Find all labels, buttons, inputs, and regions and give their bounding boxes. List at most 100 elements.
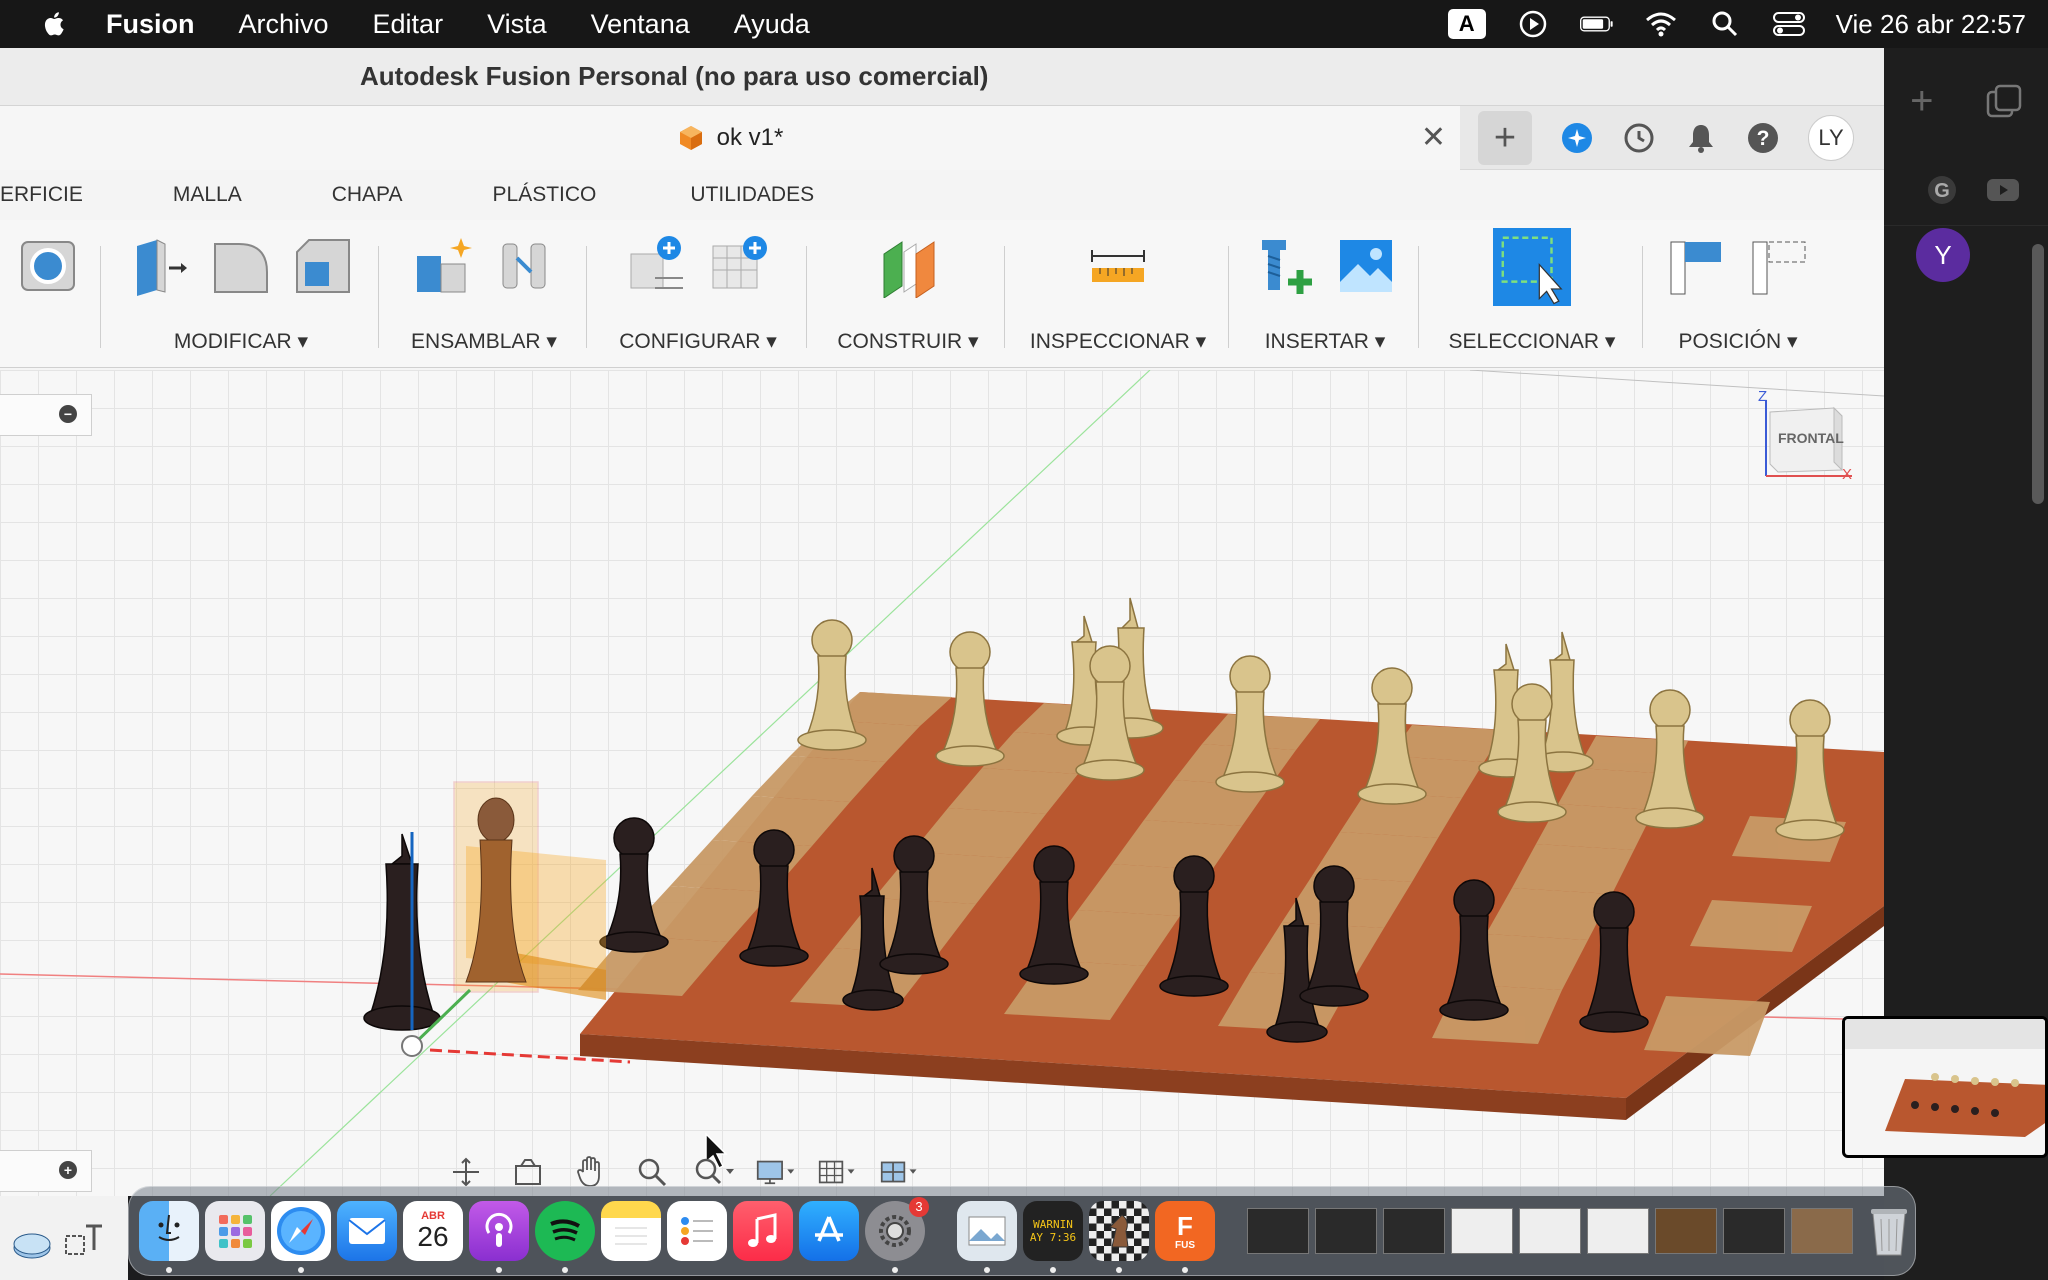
- input-source-indicator[interactable]: A: [1447, 9, 1486, 39]
- document-tab[interactable]: ok v1* ✕: [0, 106, 1460, 170]
- viewcube-face-label[interactable]: FRONTAL: [1778, 430, 1844, 446]
- dock-notes[interactable]: [601, 1201, 661, 1261]
- fit-zoom-icon[interactable]: [694, 1155, 734, 1189]
- dock-minimized-window-8[interactable]: [1723, 1208, 1785, 1254]
- now-playing-icon[interactable]: [1516, 9, 1550, 39]
- tab-malla[interactable]: MALLA: [173, 183, 242, 207]
- fillet-icon[interactable]: [209, 234, 273, 298]
- dock-minimized-window-4[interactable]: [1451, 1208, 1513, 1254]
- menu-vista[interactable]: Vista: [487, 9, 547, 40]
- shell-tool-icon[interactable]: [16, 234, 80, 298]
- comments-panel-collapsed[interactable]: +: [0, 1150, 92, 1192]
- menu-app-name[interactable]: Fusion: [106, 9, 195, 40]
- select-tool-icon[interactable]: [1493, 228, 1571, 306]
- dock-minimized-window-3[interactable]: [1383, 1208, 1445, 1254]
- group-inspect-label[interactable]: INSPECCIONAR ▾: [1014, 329, 1222, 354]
- menu-ventana[interactable]: Ventana: [591, 9, 690, 40]
- dock-podcasts[interactable]: [469, 1201, 529, 1273]
- tab-superficie[interactable]: ERFICIE: [0, 183, 83, 207]
- menu-archivo[interactable]: Archivo: [239, 9, 329, 40]
- new-component-icon[interactable]: [411, 234, 475, 298]
- menu-editar[interactable]: Editar: [373, 9, 444, 40]
- dock-minimized-window-9[interactable]: [1791, 1208, 1853, 1254]
- job-status-clock-icon[interactable]: [1622, 121, 1656, 155]
- profile-avatar[interactable]: Y: [1916, 228, 1970, 282]
- zoom-icon[interactable]: [632, 1155, 672, 1189]
- orbit-icon[interactable]: [446, 1155, 486, 1189]
- group-position-label[interactable]: POSICIÓN ▾: [1652, 329, 1824, 354]
- new-tab-button[interactable]: +: [1478, 111, 1532, 165]
- dock-trash[interactable]: [1859, 1201, 1919, 1261]
- wifi-icon[interactable]: [1644, 9, 1678, 39]
- viewcube[interactable]: Z FRONTAL X: [1756, 388, 1866, 484]
- group-construct-label[interactable]: CONSTRUIR ▾: [816, 329, 1000, 354]
- data-panel-icon[interactable]: [10, 1226, 54, 1262]
- dock-minimized-window-2[interactable]: [1315, 1208, 1377, 1254]
- 3d-viewport[interactable]: Z FRONTAL X − +: [0, 370, 1884, 1196]
- tab-chapa[interactable]: CHAPA: [332, 183, 403, 207]
- extensions-icon[interactable]: [1560, 121, 1594, 155]
- configure-design-icon[interactable]: [625, 234, 689, 298]
- control-center-icon[interactable]: [1772, 9, 1806, 39]
- screenshot-thumbnail[interactable]: [1842, 1016, 2048, 1158]
- offset-plane-icon[interactable]: [876, 234, 940, 298]
- expand-panel-icon[interactable]: +: [59, 1161, 77, 1179]
- dock-minimized-window-6[interactable]: [1587, 1208, 1649, 1254]
- tab-utilidades[interactable]: UTILIDADES: [690, 183, 814, 207]
- battery-icon[interactable]: [1579, 9, 1614, 39]
- dock-console[interactable]: WARNIN AY 7:36: [1023, 1201, 1083, 1273]
- browser-tabs-overview-icon[interactable]: [1986, 84, 2022, 118]
- dock-spotify[interactable]: [535, 1201, 595, 1273]
- user-avatar[interactable]: LY: [1808, 115, 1854, 161]
- dock-mail[interactable]: [337, 1201, 397, 1261]
- notifications-bell-icon[interactable]: [1684, 121, 1718, 155]
- grid-settings-icon[interactable]: [818, 1155, 858, 1189]
- pan-hand-icon[interactable]: [570, 1155, 610, 1189]
- group-assemble-label[interactable]: ENSAMBLAR ▾: [388, 329, 580, 354]
- viewports-icon[interactable]: [880, 1155, 920, 1189]
- chamfer-icon[interactable]: [291, 234, 355, 298]
- dock-minimized-window-5[interactable]: [1519, 1208, 1581, 1254]
- dock-safari[interactable]: [271, 1201, 331, 1273]
- dock-system-settings[interactable]: 3: [865, 1197, 929, 1273]
- group-select-label[interactable]: SELECCIONAR ▾: [1428, 329, 1636, 354]
- close-tab-icon[interactable]: ✕: [1421, 120, 1446, 155]
- menubar-clock[interactable]: Vie 26 abr 22:57: [1836, 9, 2026, 40]
- scrollbar[interactable]: [2032, 244, 2044, 504]
- insert-mcmaster-icon[interactable]: [1252, 234, 1316, 298]
- look-at-icon[interactable]: [508, 1155, 548, 1189]
- scene-canvas[interactable]: [0, 370, 1884, 1196]
- group-configure-label[interactable]: CONFIGURAR ▾: [596, 329, 800, 354]
- youtube-tab-icon[interactable]: [1986, 177, 2020, 203]
- dock-minimized-window-1[interactable]: [1247, 1208, 1309, 1254]
- dock-chess[interactable]: [1089, 1201, 1149, 1273]
- dock-preview[interactable]: [957, 1201, 1017, 1273]
- dock-launchpad[interactable]: [205, 1201, 265, 1261]
- measure-icon[interactable]: [1086, 234, 1150, 298]
- collapse-panel-icon[interactable]: −: [59, 405, 77, 423]
- display-settings-icon[interactable]: [756, 1155, 796, 1189]
- dock-minimized-window-7[interactable]: [1655, 1208, 1717, 1254]
- dock-finder[interactable]: [139, 1201, 199, 1273]
- spotlight-search-icon[interactable]: [1708, 9, 1742, 39]
- browser-new-tab-icon[interactable]: +: [1910, 79, 1933, 124]
- configuration-table-icon[interactable]: [707, 234, 771, 298]
- browser-panel-collapsed[interactable]: −: [0, 394, 92, 436]
- revert-position-icon[interactable]: [1747, 234, 1811, 298]
- menu-ayuda[interactable]: Ayuda: [734, 9, 810, 40]
- dock-app-store[interactable]: [799, 1201, 859, 1261]
- insert-canvas-icon[interactable]: [1334, 234, 1398, 298]
- group-insert-label[interactable]: INSERTAR ▾: [1238, 329, 1412, 354]
- dock-fusion[interactable]: F FUS: [1155, 1201, 1215, 1273]
- press-pull-icon[interactable]: [127, 234, 191, 298]
- joint-icon[interactable]: [493, 234, 557, 298]
- dock-music[interactable]: [733, 1201, 793, 1261]
- group-modify-label[interactable]: MODIFICAR ▾: [110, 329, 372, 354]
- dock-calendar[interactable]: ABR 26: [403, 1201, 463, 1261]
- google-tab-icon[interactable]: G: [1926, 174, 1958, 206]
- help-icon[interactable]: ?: [1746, 121, 1780, 155]
- tab-plastico[interactable]: PLÁSTICO: [493, 183, 597, 207]
- sketch-palette-icon[interactable]: [62, 1220, 106, 1260]
- dock-reminders[interactable]: [667, 1201, 727, 1261]
- capture-position-icon[interactable]: [1665, 234, 1729, 298]
